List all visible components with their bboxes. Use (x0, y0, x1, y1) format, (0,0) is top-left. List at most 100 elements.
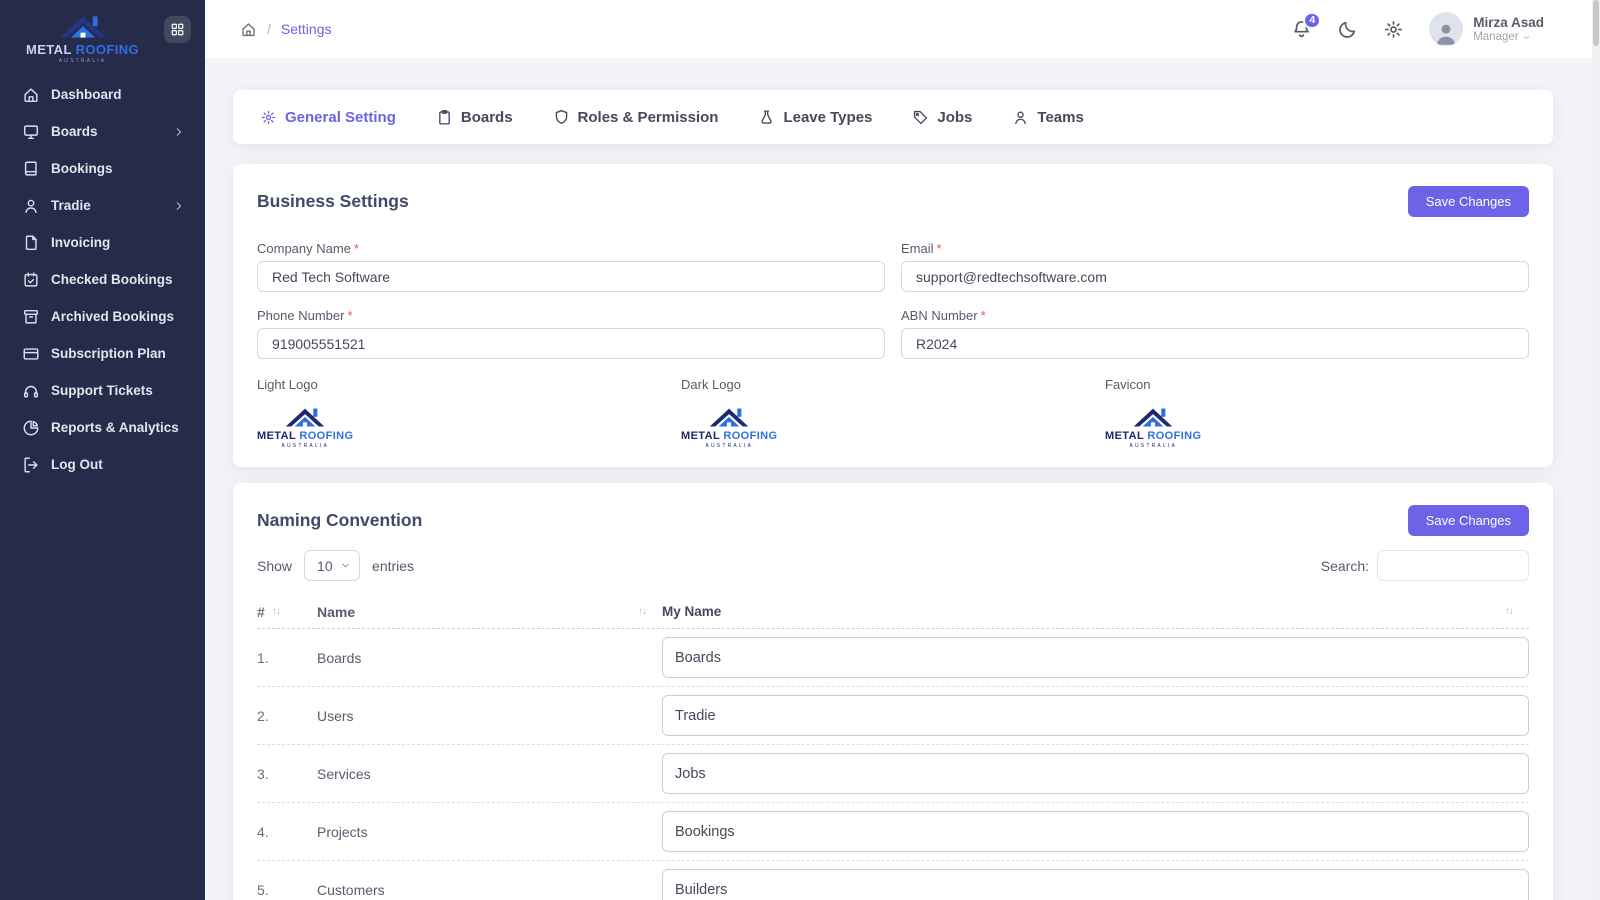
monitor-icon (22, 123, 40, 141)
sidebar-item-reports-analytics[interactable]: Reports & Analytics (0, 409, 205, 446)
tab-label: Leave Types (783, 109, 872, 126)
sidebar-item-checked-bookings[interactable]: Checked Bookings (0, 261, 205, 298)
phone-number-input[interactable] (257, 328, 885, 359)
tab-label: Teams (1037, 109, 1083, 126)
home-icon (22, 86, 40, 104)
sidebar-item-support-tickets[interactable]: Support Tickets (0, 372, 205, 409)
naming-save-button[interactable]: Save Changes (1408, 505, 1529, 536)
naming-convention-card: Naming Convention Save Changes Show 10 e… (233, 483, 1553, 900)
sidebar-item-archived-bookings[interactable]: Archived Bookings (0, 298, 205, 335)
field-phone-number: Phone Number* (257, 308, 885, 359)
sidebar-item-bookings[interactable]: Bookings (0, 150, 205, 187)
email-input[interactable] (901, 261, 1529, 292)
tab-boards[interactable]: Boards (436, 109, 513, 126)
dark-logo-image[interactable]: METAL ROOFING AUSTRALIA (681, 405, 777, 449)
company-name-input[interactable] (257, 261, 885, 292)
row-name: Boards (317, 650, 662, 666)
user-info: Mirza Asad Manager (1473, 15, 1544, 44)
settings-tabs: General Setting Boards Roles & Permissio… (233, 90, 1553, 144)
file-icon (22, 234, 40, 252)
phone-number-label: Phone Number* (257, 308, 885, 323)
sidebar-item-dashboard[interactable]: Dashboard (0, 76, 205, 113)
scrollbar-thumb[interactable] (1593, 0, 1599, 46)
page-size-select[interactable]: 10 (304, 550, 360, 581)
notifications-button[interactable]: 4 (1291, 19, 1312, 40)
user-icon (22, 197, 40, 215)
grid-icon (170, 22, 185, 37)
chevron-down-icon (340, 560, 351, 571)
my-name-input-1[interactable] (662, 637, 1529, 678)
sidebar-item-tradie[interactable]: Tradie (0, 187, 205, 224)
sidebar-item-invoicing[interactable]: Invoicing (0, 224, 205, 261)
row-number: 2. (257, 708, 317, 724)
my-name-input-4[interactable] (662, 811, 1529, 852)
abn-number-input[interactable] (901, 328, 1529, 359)
moon-icon (1337, 19, 1358, 40)
topbar-actions: 4 Mirza Asad Manager (1291, 12, 1544, 46)
naming-convention-title: Naming Convention (257, 510, 422, 531)
tab-label: Boards (461, 109, 513, 126)
tab-label: Roles & Permission (578, 109, 719, 126)
show-label: Show (257, 558, 292, 574)
sidebar-item-boards[interactable]: Boards (0, 113, 205, 150)
sort-icon[interactable]: ↑↓ (638, 607, 646, 617)
table-row: 4. Projects (257, 803, 1529, 861)
sidebar-item-label: Reports & Analytics (51, 420, 179, 435)
my-name-input-5[interactable] (662, 869, 1529, 900)
sidebar-item-log-out[interactable]: Log Out (0, 446, 205, 483)
dark-mode-toggle[interactable] (1337, 19, 1358, 40)
business-fields: Company Name* Email* Phone Number* ABN N… (257, 241, 1529, 359)
shield-icon (553, 109, 570, 126)
table-row: 2. Users (257, 687, 1529, 745)
business-save-button[interactable]: Save Changes (1408, 186, 1529, 217)
house-icon (283, 405, 327, 430)
user-menu[interactable]: Mirza Asad Manager (1429, 12, 1544, 46)
header-settings-button[interactable] (1383, 19, 1404, 40)
light-logo-image[interactable]: METAL ROOFING AUSTRALIA (257, 405, 353, 449)
avatar (1429, 12, 1463, 46)
tab-general-setting[interactable]: General Setting (260, 109, 396, 126)
row-name: Customers (317, 882, 662, 898)
chevron-down-icon (1522, 33, 1531, 42)
tab-label: General Setting (285, 109, 396, 126)
vertical-scrollbar[interactable] (1592, 0, 1600, 900)
column-header-name[interactable]: Name↑↓ (317, 604, 662, 620)
abn-number-label: ABN Number* (901, 308, 1529, 323)
column-header-my-name[interactable]: My Name↑↓ (662, 604, 1529, 619)
sidebar-item-subscription-plan[interactable]: Subscription Plan (0, 335, 205, 372)
logout-icon (22, 456, 40, 474)
logo-text: METAL ROOFING (26, 42, 139, 57)
chevron-right-icon (173, 200, 185, 212)
row-number: 4. (257, 824, 317, 840)
table-controls: Show 10 entries Search: (257, 550, 1529, 581)
apps-grid-button[interactable] (164, 16, 191, 43)
favicon-image[interactable]: METAL ROOFING AUSTRALIA (1105, 405, 1201, 449)
my-name-input-3[interactable] (662, 753, 1529, 794)
tab-roles-permission[interactable]: Roles & Permission (553, 109, 719, 126)
field-email: Email* (901, 241, 1529, 292)
sort-icon[interactable]: ↑↓ (1505, 607, 1513, 617)
breadcrumb-current[interactable]: Settings (281, 21, 332, 37)
favicon-label: Favicon (1105, 377, 1529, 392)
tab-jobs[interactable]: Jobs (912, 109, 972, 126)
breadcrumb-home-icon[interactable] (240, 21, 257, 38)
row-number: 5. (257, 882, 317, 898)
row-name: Users (317, 708, 662, 724)
sidebar-item-label: Tradie (51, 198, 91, 213)
sidebar-item-label: Invoicing (51, 235, 110, 250)
field-abn-number: ABN Number* (901, 308, 1529, 359)
metal-roofing-logo[interactable]: METAL ROOFING AUSTRALIA (26, 12, 139, 64)
tab-teams[interactable]: Teams (1012, 109, 1083, 126)
company-name-label: Company Name* (257, 241, 885, 256)
tab-label: Jobs (937, 109, 972, 126)
column-header-num[interactable]: #↑↓ (257, 604, 317, 620)
search-input[interactable] (1377, 550, 1529, 581)
house-icon (57, 12, 109, 42)
row-number: 3. (257, 766, 317, 782)
logo-subtext: AUSTRALIA (59, 58, 107, 64)
tab-leave-types[interactable]: Leave Types (758, 109, 872, 126)
sort-icon[interactable]: ↑↓ (272, 607, 280, 617)
dark-logo-field: Dark Logo METAL ROOFING AUSTRALIA (681, 377, 1105, 449)
show-entries: Show 10 entries (257, 550, 414, 581)
my-name-input-2[interactable] (662, 695, 1529, 736)
